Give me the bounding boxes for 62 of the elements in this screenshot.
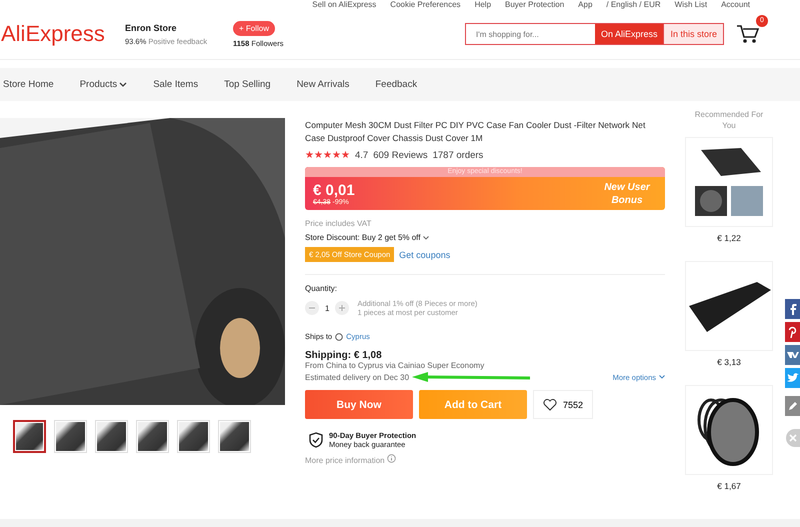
wishlist-button[interactable]: 7552 [533,390,593,419]
shield-check-icon [309,432,323,448]
top-link[interactable]: Buyer Protection [505,0,564,9]
plus-icon [339,305,346,311]
share-button[interactable] [785,322,800,342]
nav-item[interactable]: Products [80,79,128,90]
nav-item[interactable]: Sale Items [153,79,198,90]
pencil-button[interactable] [785,396,800,416]
recommended-price: € 1,22 [717,233,741,243]
top-link[interactable]: App [578,0,592,9]
globe-icon [335,332,344,340]
share-button[interactable] [785,345,800,365]
top-link[interactable]: / English / EUR [606,0,661,9]
top-link[interactable]: Cookie Preferences [390,0,461,9]
thumbnail[interactable] [13,420,46,453]
top-link[interactable]: Help [474,0,492,9]
share-button[interactable] [785,368,800,388]
product-title: Computer Mesh 30CM Dust Filter PC DIY PVC Case Fan Cooler Dust -Filter Network Net Case Dustproof Cover Chassis Dust Cover 1M [305,119,646,145]
chevron-down-icon [119,82,128,88]
facebook-icon [788,303,796,315]
pinterest-icon [788,326,797,338]
follow-button[interactable]: + Follow [233,20,276,36]
get-coupons-link[interactable]: Get coupons [399,250,450,260]
recommended-price: € 1,67 [717,481,741,491]
orders-count: 1787 orders [432,150,484,160]
pencil-icon [788,401,798,411]
nav-item[interactable]: Top Selling [224,79,271,90]
top-link[interactable]: Sell on AliExpress [312,0,376,9]
recommended-heading: Recommended For You [694,109,764,131]
close-icon [789,434,797,442]
vat-note: Price includes VAT [305,219,372,228]
shipping-price: Shipping: € 1,08 [305,350,383,361]
bird-icon [786,373,798,383]
cart-icon[interactable] [736,22,760,44]
nav-item[interactable]: Feedback [375,79,418,90]
vk-icon [786,351,798,359]
reviews-count[interactable]: 609 Reviews [373,150,428,160]
minus-icon [309,307,315,309]
star-rating: ★★★★★ [305,149,350,161]
top-link[interactable]: Account [721,0,750,9]
heart-icon [542,398,557,410]
quantity-label: Quantity: [305,284,338,293]
product-photo[interactable] [685,137,773,227]
nav-item[interactable]: Store Home [3,79,54,90]
chevron-down-icon [659,375,665,379]
store-discount[interactable]: Store Discount: Buy 2 get 5% off [305,233,420,242]
delivery-estimate: Estimated delivery on Dec 30 [305,372,410,382]
top-link[interactable]: Wish List [674,0,708,9]
store-name[interactable]: Enron Store [125,22,233,32]
shipping-route: From China to Cyprus via Cainiao Super Economy [305,361,486,370]
logo[interactable]: AliExpress [1,21,121,47]
search-scope-button[interactable]: In this store [664,23,724,45]
info-icon [386,454,396,463]
quantity-value[interactable]: 1 [325,304,330,312]
rating-value[interactable]: 4.7 [355,150,368,160]
chevron-down-icon [423,236,430,240]
nav-item[interactable]: New Arrivals [296,79,350,90]
new-user-bonus-label: New User Bonus [603,181,652,207]
recommended-price: € 3,13 [717,357,741,367]
product-photo[interactable] [685,261,773,351]
share-button[interactable] [785,299,800,319]
price: € 0,01 [313,182,355,199]
